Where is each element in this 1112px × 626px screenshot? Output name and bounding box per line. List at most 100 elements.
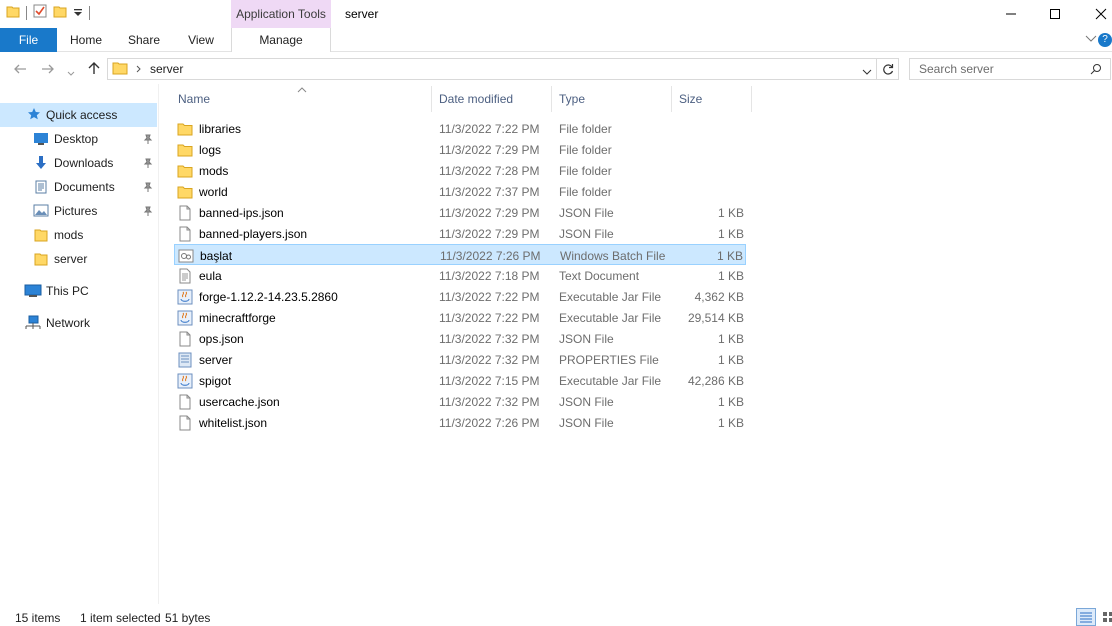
tab-manage[interactable]: Manage xyxy=(231,28,331,52)
file-size: 29,514 KB xyxy=(687,310,744,325)
file-row[interactable]: başlat 11/3/2022 7:26 PM Windows Batch Fil… xyxy=(174,244,746,265)
details-view-icon xyxy=(1080,612,1092,623)
new-folder-icon[interactable] xyxy=(53,4,67,21)
file-date: 11/3/2022 7:18 PM xyxy=(439,268,540,283)
file-size: 1 KB xyxy=(717,226,744,241)
folder-icon xyxy=(34,228,48,245)
file-name: server xyxy=(199,352,233,367)
search-icon[interactable] xyxy=(1090,63,1102,78)
large-icons-view-button[interactable] xyxy=(1098,608,1112,626)
column-header-name[interactable]: Name xyxy=(170,86,432,112)
json-file-icon xyxy=(177,394,193,410)
search-placeholder: Search server xyxy=(919,62,994,76)
file-date: 11/3/2022 7:26 PM xyxy=(439,415,540,430)
breadcrumb[interactable]: server xyxy=(150,62,183,76)
close-button[interactable] xyxy=(1078,0,1112,27)
pin-icon[interactable] xyxy=(143,133,153,147)
file-name: usercache.json xyxy=(199,394,280,409)
column-header-date[interactable]: Date modified xyxy=(432,86,552,112)
pane-divider[interactable] xyxy=(158,84,159,604)
properties-icon[interactable] xyxy=(33,4,47,21)
file-row[interactable]: forge-1.12.2-14.23.5.2860 11/3/2022 7:22 … xyxy=(174,286,746,307)
file-type: Windows Batch File xyxy=(560,248,666,263)
file-name: mods xyxy=(199,163,229,178)
sidebar-item-this-pc[interactable]: This PC xyxy=(0,279,157,303)
pin-icon[interactable] xyxy=(143,157,153,171)
folder-icon[interactable] xyxy=(6,4,20,21)
file-row[interactable]: usercache.json 11/3/2022 7:32 PM JSON File… xyxy=(174,391,746,412)
file-row[interactable]: logs 11/3/2022 7:29 PM File folder xyxy=(174,139,746,160)
sidebar-item-server[interactable]: server xyxy=(0,247,157,271)
batch-file-icon xyxy=(178,248,194,264)
sidebar-item-label: Documents xyxy=(54,180,115,194)
address-dropdown-icon[interactable] xyxy=(862,65,872,79)
file-size xyxy=(664,139,744,160)
customize-toolbar-icon[interactable] xyxy=(73,6,83,20)
file-row[interactable]: whitelist.json 11/3/2022 7:26 PM JSON File… xyxy=(174,412,746,433)
sidebar-item-quick-access[interactable]: Quick access xyxy=(0,103,157,127)
file-date: 11/3/2022 7:22 PM xyxy=(439,289,540,304)
item-count: 15 items xyxy=(15,611,61,625)
tab-view[interactable]: View xyxy=(176,28,226,52)
help-icon[interactable]: ? xyxy=(1098,33,1112,47)
sidebar-item-downloads[interactable]: Downloads xyxy=(0,151,157,175)
file-row[interactable]: world 11/3/2022 7:37 PM File folder xyxy=(174,181,746,202)
jar-file-icon xyxy=(177,373,193,389)
file-name: ops.json xyxy=(199,331,244,346)
documents-icon xyxy=(35,180,47,197)
sidebar-item-desktop[interactable]: Desktop xyxy=(0,127,157,151)
jar-file-icon xyxy=(177,310,193,326)
file-name-cell: mods xyxy=(177,160,228,181)
large-icons-view-icon xyxy=(1103,612,1112,622)
file-type: Executable Jar File xyxy=(559,310,662,325)
column-header-type[interactable]: Type xyxy=(552,86,672,112)
sidebar-item-network[interactable]: Network xyxy=(0,311,157,335)
expand-ribbon-icon[interactable] xyxy=(1085,33,1097,47)
json-file-icon xyxy=(177,415,193,431)
file-date: 11/3/2022 7:22 PM xyxy=(439,310,540,325)
up-button[interactable] xyxy=(87,61,101,78)
search-input[interactable]: Search server xyxy=(909,58,1111,80)
recent-locations-button[interactable] xyxy=(67,64,75,80)
sidebar-item-label: Network xyxy=(46,316,91,330)
file-date: 11/3/2022 7:15 PM xyxy=(439,373,540,388)
back-button[interactable] xyxy=(13,62,27,78)
navigation-pane: Quick access Desktop Downloads Documents… xyxy=(0,100,158,600)
sidebar-item-documents[interactable]: Documents xyxy=(0,175,157,199)
download-icon xyxy=(34,155,48,174)
pin-icon[interactable] xyxy=(143,181,153,195)
forward-button[interactable] xyxy=(41,62,55,78)
refresh-button[interactable] xyxy=(877,58,899,80)
sidebar-item-pictures[interactable]: Pictures xyxy=(0,199,157,223)
sidebar-item-label: Downloads xyxy=(54,156,114,170)
file-row[interactable]: banned-ips.json 11/3/2022 7:29 PM JSON Fil… xyxy=(174,202,746,223)
file-row[interactable]: spigot 11/3/2022 7:15 PM Executable Jar Fi… xyxy=(174,370,746,391)
file-type: File folder xyxy=(559,184,612,199)
maximize-icon xyxy=(1050,8,1060,19)
tab-home[interactable]: Home xyxy=(60,28,112,52)
refresh-icon xyxy=(882,64,893,75)
file-row[interactable]: libraries 11/3/2022 7:22 PM File folder xyxy=(174,118,746,139)
file-size xyxy=(664,118,744,139)
details-view-button[interactable] xyxy=(1076,608,1096,626)
address-bar[interactable]: server xyxy=(107,58,877,80)
computer-icon xyxy=(24,284,42,301)
sidebar-item-mods[interactable]: mods xyxy=(0,223,157,247)
file-name-cell: world xyxy=(177,181,228,202)
pin-icon[interactable] xyxy=(143,205,153,219)
column-header-size[interactable]: Size xyxy=(672,86,752,112)
file-row[interactable]: mods 11/3/2022 7:28 PM File folder xyxy=(174,160,746,181)
file-row[interactable]: banned-players.json 11/3/2022 7:29 PM JSON… xyxy=(174,223,746,244)
tab-share[interactable]: Share xyxy=(118,28,170,52)
file-row[interactable]: server 11/3/2022 7:32 PM PROPERTIES File 1 … xyxy=(174,349,746,370)
breadcrumb-chevron-icon[interactable] xyxy=(136,62,142,76)
file-date: 11/3/2022 7:22 PM xyxy=(439,121,540,136)
file-row[interactable]: ops.json 11/3/2022 7:32 PM JSON File 1 KB xyxy=(174,328,746,349)
file-row[interactable]: minecraftforge 11/3/2022 7:22 PM Executabl… xyxy=(174,307,746,328)
file-row[interactable]: eula 11/3/2022 7:18 PM Text Document 1 KB xyxy=(174,265,746,286)
maximize-button[interactable] xyxy=(1032,0,1078,27)
tab-file[interactable]: File xyxy=(0,28,57,52)
file-type: JSON File xyxy=(559,331,614,346)
minimize-button[interactable] xyxy=(988,0,1034,27)
file-name: world xyxy=(199,184,228,199)
